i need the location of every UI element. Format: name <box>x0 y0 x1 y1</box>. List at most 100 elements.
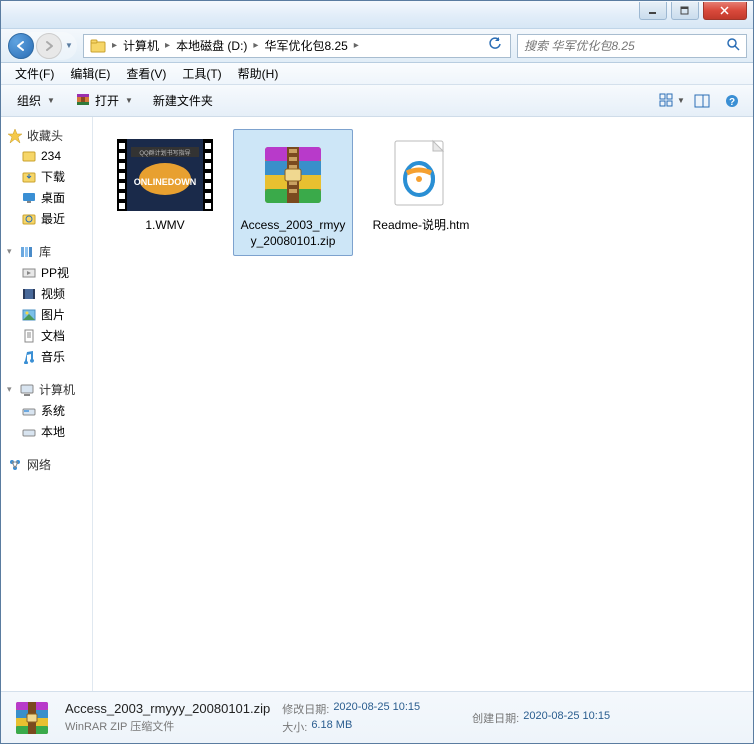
search-input[interactable] <box>524 39 726 53</box>
video-thumbnail: ONLINEDOWN QQ群计划书写指导 <box>117 136 213 214</box>
sidebar-item-label: 图片 <box>41 306 65 323</box>
sidebar-item[interactable]: 视频 <box>1 283 92 304</box>
details-text: Access_2003_rmyyy_20080101.zip WinRAR ZI… <box>65 701 270 734</box>
minimize-button[interactable] <box>639 2 667 20</box>
sidebar-item[interactable]: 下载 <box>1 166 92 187</box>
organize-label: 组织 <box>17 92 41 109</box>
dropdown-icon: ▼ <box>47 96 55 105</box>
sidebar-item-label: 下载 <box>41 168 65 185</box>
libraries-header[interactable]: ▾ 库 <box>1 241 92 262</box>
meta-size-label: 大小: <box>282 719 307 735</box>
sidebar: 收藏头 234 下载 桌面 最近 ▾ 库 PP视 视频 图片 文档 音乐 <box>1 117 93 691</box>
sidebar-item[interactable]: 本地 <box>1 421 92 442</box>
sidebar-item-label: 音乐 <box>41 348 65 365</box>
sidebar-item[interactable]: 系统 <box>1 400 92 421</box>
details-filetype: WinRAR ZIP 压缩文件 <box>65 718 270 734</box>
menu-help[interactable]: 帮助(H) <box>230 65 287 82</box>
refresh-button[interactable] <box>482 37 508 54</box>
new-folder-button[interactable]: 新建文件夹 <box>145 89 221 112</box>
breadcrumb-segment[interactable]: 计算机 <box>119 35 163 57</box>
new-folder-label: 新建文件夹 <box>153 92 213 109</box>
file-item-zip[interactable]: Access_2003_rmyyy_20080101.zip <box>233 129 353 256</box>
file-name: 1.WMV <box>145 218 184 234</box>
sidebar-item[interactable]: PP视 <box>1 262 92 283</box>
details-filename: Access_2003_rmyyy_20080101.zip <box>65 701 270 716</box>
download-icon <box>21 169 37 185</box>
breadcrumb-arrow-icon[interactable]: ▸ <box>110 40 119 51</box>
computer-icon <box>19 382 35 398</box>
sidebar-item[interactable]: 文档 <box>1 325 92 346</box>
sidebar-item-label: 文档 <box>41 327 65 344</box>
favorites-header[interactable]: 收藏头 <box>1 125 92 146</box>
meta-created-label: 创建日期: <box>472 710 519 726</box>
video-icon <box>21 286 37 302</box>
help-button[interactable]: ? <box>719 89 745 113</box>
preview-pane-button[interactable] <box>689 89 715 113</box>
sidebar-item[interactable]: 图片 <box>1 304 92 325</box>
computer-header[interactable]: ▾ 计算机 <box>1 379 92 400</box>
open-label: 打开 <box>95 92 119 109</box>
details-meta-1: 修改日期:2020-08-25 10:15 大小:6.18 MB <box>282 701 420 735</box>
search-icon[interactable] <box>726 37 740 54</box>
document-icon <box>21 328 37 344</box>
svg-text:ONLINEDOWN: ONLINEDOWN <box>134 177 197 187</box>
maximize-button[interactable] <box>671 2 699 20</box>
file-list[interactable]: ONLINEDOWN QQ群计划书写指导 1.WMV <box>93 117 753 691</box>
organize-button[interactable]: 组织 ▼ <box>9 89 63 112</box>
expand-icon: ▾ <box>7 384 15 395</box>
svg-text:QQ群计划书写指导: QQ群计划书写指导 <box>139 149 190 157</box>
explorer-window: ▼ ▸ 计算机 ▸ 本地磁盘 (D:) ▸ 华军优化包8.25 ▸ 文件(F) <box>0 0 754 744</box>
back-button[interactable] <box>8 33 34 59</box>
sidebar-item-label: 234 <box>41 149 61 163</box>
html-icon <box>373 136 469 214</box>
sidebar-item-label: 桌面 <box>41 189 65 206</box>
svg-text:?: ? <box>729 97 735 108</box>
network-header[interactable]: 网络 <box>1 454 92 475</box>
titlebar <box>1 1 753 29</box>
main-area: 收藏头 234 下载 桌面 最近 ▾ 库 PP视 视频 图片 文档 音乐 <box>1 117 753 691</box>
meta-size-value: 6.18 MB <box>311 719 352 735</box>
picture-icon <box>21 307 37 323</box>
breadcrumb-arrow-icon[interactable]: ▸ <box>251 40 260 51</box>
details-meta-2: 创建日期:2020-08-25 10:15 <box>472 710 610 726</box>
libraries-label: 库 <box>39 243 51 260</box>
sidebar-item[interactable]: 音乐 <box>1 346 92 367</box>
view-mode-button[interactable]: ▼ <box>659 89 685 113</box>
breadcrumb-segment[interactable]: 华军优化包8.25 <box>260 35 351 57</box>
sidebar-item-label: 系统 <box>41 402 65 419</box>
menu-tools[interactable]: 工具(T) <box>174 65 229 82</box>
sidebar-item[interactable]: 桌面 <box>1 187 92 208</box>
expand-icon: ▾ <box>7 246 15 257</box>
desktop-icon <box>21 190 37 206</box>
menu-file[interactable]: 文件(F) <box>7 65 62 82</box>
archive-icon <box>245 136 341 214</box>
drive-icon <box>21 424 37 440</box>
meta-modified-value: 2020-08-25 10:15 <box>333 701 420 717</box>
sidebar-favorites: 收藏头 234 下载 桌面 最近 <box>1 125 92 229</box>
address-bar[interactable]: ▸ 计算机 ▸ 本地磁盘 (D:) ▸ 华军优化包8.25 ▸ <box>83 34 511 58</box>
drive-icon <box>21 403 37 419</box>
history-dropdown[interactable]: ▼ <box>62 41 76 50</box>
archive-icon <box>75 91 91 110</box>
menu-edit[interactable]: 编辑(E) <box>62 65 118 82</box>
music-icon <box>21 349 37 365</box>
breadcrumb-arrow-icon[interactable]: ▸ <box>352 40 361 51</box>
file-item-htm[interactable]: Readme-说明.htm <box>361 129 481 256</box>
sidebar-item[interactable]: 最近 <box>1 208 92 229</box>
dropdown-icon: ▼ <box>125 96 133 105</box>
forward-button[interactable] <box>36 33 62 59</box>
sidebar-computer: ▾ 计算机 系统 本地 <box>1 379 92 442</box>
menu-view[interactable]: 查看(V) <box>118 65 174 82</box>
sidebar-item-label: 最近 <box>41 210 65 227</box>
file-item-wmv[interactable]: ONLINEDOWN QQ群计划书写指导 1.WMV <box>105 129 225 256</box>
open-button[interactable]: 打开 ▼ <box>67 88 141 113</box>
sidebar-item-label: PP视 <box>41 264 69 281</box>
breadcrumb-arrow-icon[interactable]: ▸ <box>163 40 172 51</box>
close-button[interactable] <box>703 2 747 20</box>
network-icon <box>7 457 23 473</box>
sidebar-item[interactable]: 234 <box>1 146 92 166</box>
breadcrumb-segment[interactable]: 本地磁盘 (D:) <box>172 35 251 57</box>
meta-created-value: 2020-08-25 10:15 <box>523 710 610 726</box>
search-box[interactable] <box>517 34 747 58</box>
video-icon <box>21 265 37 281</box>
